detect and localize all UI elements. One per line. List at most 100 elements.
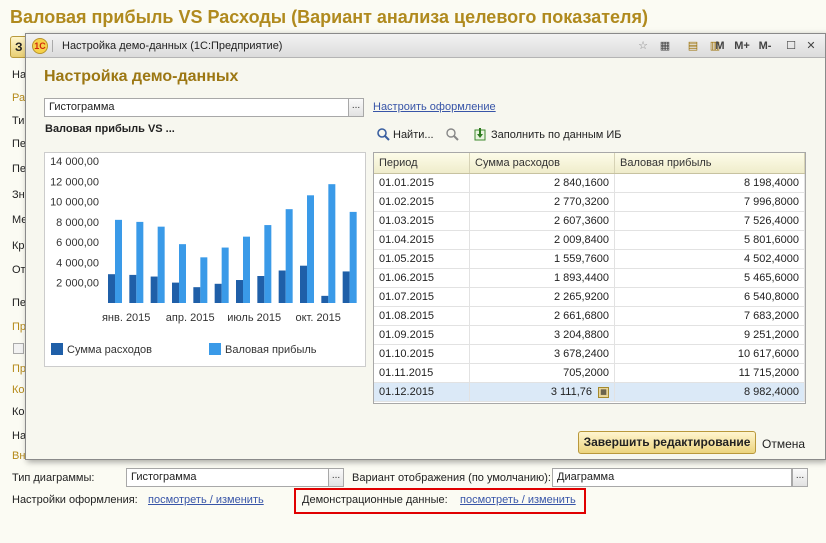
demo-data-settings-dialog: 1С Настройка демо-данных (1С:Предприятие… xyxy=(25,33,826,460)
table-row[interactable]: 01.03.2015 2 607,3600 7 526,4000 xyxy=(374,212,805,231)
background-side-label: Пр xyxy=(12,363,27,375)
table-row[interactable]: 01.01.2015 2 840,1600 8 198,4000 xyxy=(374,174,805,193)
table-row[interactable]: 01.09.2015 3 204,8800 9 251,2000 xyxy=(374,326,805,345)
cell-value: 01.11.2015 xyxy=(379,367,434,379)
table-row[interactable]: 01.07.2015 2 265,9200 6 540,8000 xyxy=(374,288,805,307)
expenses-cell[interactable]: 705,2000 xyxy=(470,364,615,382)
period-cell[interactable]: 01.12.2015 xyxy=(374,383,470,401)
background-checkbox[interactable] xyxy=(13,343,24,354)
cell-value: 01.09.2015 xyxy=(379,329,435,341)
expenses-cell[interactable]: 3 204,8800 xyxy=(470,326,615,344)
period-cell[interactable]: 01.10.2015 xyxy=(374,345,470,363)
expenses-cell[interactable]: 2 265,9200 xyxy=(470,288,615,306)
table-row[interactable]: 01.10.2015 3 678,2400 10 617,6000 xyxy=(374,345,805,364)
bar-gross-profit xyxy=(221,247,229,303)
table-row[interactable]: 01.05.2015 1 559,7600 4 502,4000 xyxy=(374,250,805,269)
background-side-label: Ра xyxy=(12,92,26,104)
print-icon[interactable]: ▦ xyxy=(658,38,672,54)
favorite-icon[interactable]: ☆ xyxy=(636,38,650,54)
expenses-cell[interactable]: 2 661,6800 xyxy=(470,307,615,325)
clear-search-button[interactable] xyxy=(446,128,460,141)
cell-value: 2 770,3200 xyxy=(553,196,609,208)
column-header-period[interactable]: Период xyxy=(374,153,470,173)
memory-plus-button[interactable]: M+ xyxy=(732,38,752,54)
period-cell[interactable]: 01.01.2015 xyxy=(374,174,470,192)
gross-profit-cell[interactable]: 4 502,4000 xyxy=(615,250,805,268)
cancel-button[interactable]: Отмена xyxy=(762,437,805,451)
gross-profit-cell[interactable]: 8 198,4000 xyxy=(615,174,805,192)
period-cell[interactable]: 01.08.2015 xyxy=(374,307,470,325)
table-row[interactable]: 01.04.2015 2 009,8400 5 801,6000 xyxy=(374,231,805,250)
calculator-icon[interactable]: ▦ xyxy=(598,386,609,398)
finish-editing-button[interactable]: Завершить редактирование xyxy=(578,431,756,454)
expenses-cell[interactable]: 2 607,3600 xyxy=(470,212,615,230)
gross-profit-cell[interactable]: 7 526,4000 xyxy=(615,212,805,230)
table-row[interactable]: 01.12.2015 3 111,76 ▦ 8 982,4000 xyxy=(374,383,805,402)
display-variant-select-button[interactable]: ... xyxy=(792,468,808,487)
gross-profit-cell[interactable]: 10 617,6000 xyxy=(615,345,805,363)
design-settings-label: Настройки оформления: xyxy=(12,494,138,506)
period-cell[interactable]: 01.11.2015 xyxy=(374,364,470,382)
bar-gross-profit xyxy=(264,225,272,303)
cell-value: 01.01.2015 xyxy=(379,177,435,189)
gross-profit-cell[interactable]: 7 996,8000 xyxy=(615,193,805,211)
period-cell[interactable]: 01.06.2015 xyxy=(374,269,470,287)
expenses-cell[interactable]: 3 111,76 ▦ xyxy=(470,383,615,401)
cell-value: 01.07.2015 xyxy=(379,291,435,303)
modal-chart-type-field[interactable]: Гистограмма xyxy=(44,98,349,117)
gross-profit-cell[interactable]: 9 251,2000 xyxy=(615,326,805,344)
table-row[interactable]: 01.06.2015 1 893,4400 5 465,6000 xyxy=(374,269,805,288)
design-settings-link[interactable]: посмотреть / изменить xyxy=(148,494,264,506)
background-side-label: На xyxy=(12,430,27,442)
expenses-cell[interactable]: 3 678,2400 xyxy=(470,345,615,363)
configure-design-link[interactable]: Настроить оформление xyxy=(373,101,496,113)
find-label: Найти... xyxy=(393,128,434,141)
demo-data-link[interactable]: посмотреть / изменить xyxy=(460,494,576,506)
period-cell[interactable]: 01.05.2015 xyxy=(374,250,470,268)
period-cell[interactable]: 01.02.2015 xyxy=(374,193,470,211)
memory-m-button[interactable]: M xyxy=(712,38,728,54)
period-cell[interactable]: 01.09.2015 xyxy=(374,326,470,344)
expenses-cell[interactable]: 1 893,4400 xyxy=(470,269,615,287)
gross-profit-cell[interactable]: 8 982,4000 xyxy=(615,383,805,401)
display-variant-field[interactable]: Диаграмма xyxy=(552,468,792,487)
column-header-expenses[interactable]: Сумма расходов xyxy=(470,153,615,173)
period-cell[interactable]: 01.04.2015 xyxy=(374,231,470,249)
chart-type-select-button[interactable]: ... xyxy=(328,468,344,487)
chart-type-field[interactable]: Гистограмма xyxy=(126,468,329,487)
table-row[interactable]: 01.02.2015 2 770,3200 7 996,8000 xyxy=(374,193,805,212)
bar-expenses xyxy=(278,270,286,303)
expenses-cell[interactable]: 1 559,7600 xyxy=(470,250,615,268)
background-side-label: Пе xyxy=(12,297,27,309)
period-cell[interactable]: 01.07.2015 xyxy=(374,288,470,306)
column-header-gross-profit[interactable]: Валовая прибыль xyxy=(615,153,805,173)
table-row[interactable]: 01.11.2015 705,2000 11 715,2000 xyxy=(374,364,805,383)
fill-from-database-button[interactable]: Заполнить по данным ИБ xyxy=(474,128,622,141)
gross-profit-cell[interactable]: 7 683,2000 xyxy=(615,307,805,325)
y-tick-label: 10 000,00 xyxy=(50,197,99,209)
background-side-label: Вн xyxy=(12,450,26,462)
table-row[interactable]: 01.08.2015 2 661,6800 7 683,2000 xyxy=(374,307,805,326)
period-cell[interactable]: 01.03.2015 xyxy=(374,212,470,230)
cell-value: 01.04.2015 xyxy=(379,234,435,246)
memory-minus-button[interactable]: M- xyxy=(756,38,774,54)
expenses-cell[interactable]: 2 009,8400 xyxy=(470,231,615,249)
background-side-label: Пр xyxy=(12,321,27,333)
find-button[interactable]: Найти... xyxy=(377,128,434,141)
gross-profit-cell[interactable]: 5 801,6000 xyxy=(615,231,805,249)
modal-chart-type-select-button[interactable]: ... xyxy=(348,98,364,117)
gross-profit-cell[interactable]: 11 715,2000 xyxy=(615,364,805,382)
cell-value: 7 683,2000 xyxy=(743,310,799,322)
legend-swatch xyxy=(51,343,63,355)
expenses-cell[interactable]: 2 770,3200 xyxy=(470,193,615,211)
gross-profit-cell[interactable]: 6 540,8000 xyxy=(615,288,805,306)
maximize-icon[interactable]: ☐ xyxy=(784,38,798,54)
cell-value: 3 111,76 xyxy=(550,386,592,398)
close-icon[interactable]: ✕ xyxy=(804,38,818,54)
gross-profit-cell[interactable]: 5 465,6000 xyxy=(615,269,805,287)
x-tick-label: янв. 2015 xyxy=(102,312,150,324)
calculator-icon[interactable]: ▤ xyxy=(686,38,700,54)
legend-swatch xyxy=(209,343,221,355)
expenses-cell[interactable]: 2 840,1600 xyxy=(470,174,615,192)
x-tick-label: июль 2015 xyxy=(227,312,281,324)
